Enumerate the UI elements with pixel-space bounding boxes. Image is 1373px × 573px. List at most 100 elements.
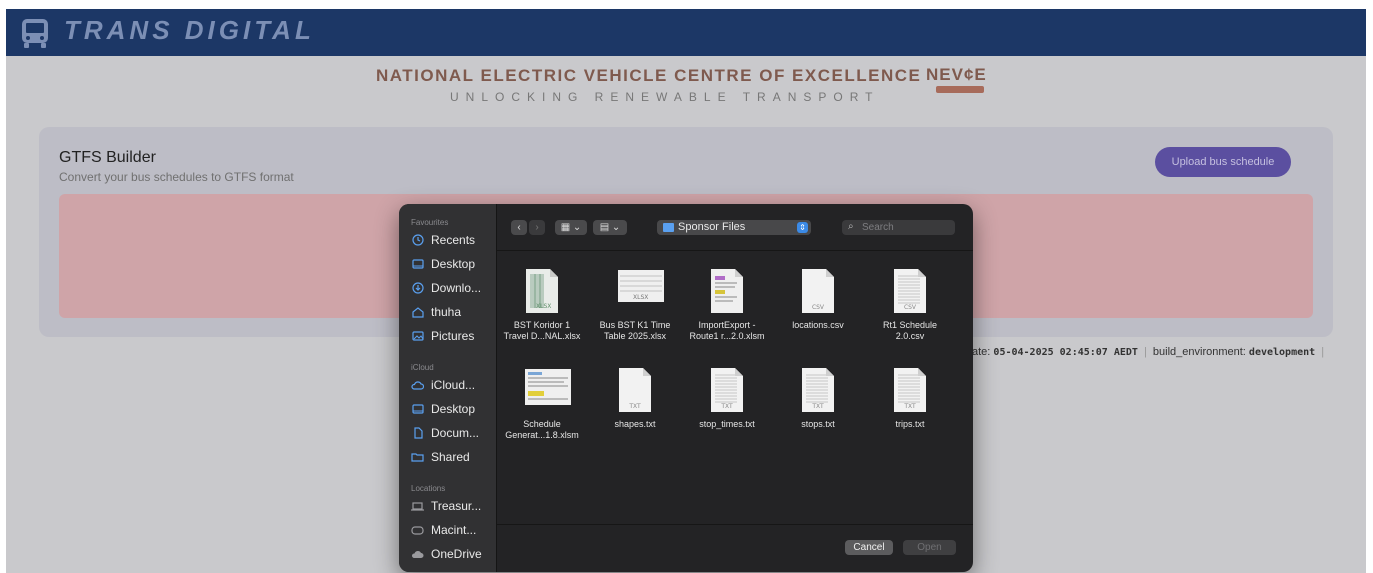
- file-name: Bus BST K1 Time Table 2025.xlsx: [590, 320, 680, 342]
- sidebar-item-label: Desktop: [431, 402, 476, 416]
- sidebar-item-pictures[interactable]: Pictures: [411, 326, 493, 346]
- sidebar-item-shared[interactable]: Shared: [411, 447, 493, 467]
- sidebar-item-label: Treasur...: [431, 499, 482, 513]
- file-name: shapes.txt: [590, 419, 680, 430]
- footer-divider: [497, 524, 973, 525]
- sidebar-item-label: OneDrive: [431, 547, 482, 561]
- svg-text:TXT: TXT: [628, 403, 641, 410]
- build-info: ate: 05-04-2025 02:45:07 AEDT | build_en…: [972, 346, 1327, 358]
- path-label: Sponsor Files: [678, 221, 746, 233]
- onedrive-cloud-icon: [411, 548, 424, 561]
- card-title: GTFS Builder: [59, 149, 156, 166]
- home-icon: [411, 306, 424, 319]
- file-name: locations.csv: [773, 320, 863, 331]
- file-thumbnail-icon: TXT: [800, 367, 836, 413]
- open-button[interactable]: Open: [903, 540, 956, 555]
- sidebar-item-documents[interactable]: Docum...: [411, 423, 493, 443]
- file-name: BST Koridor 1 Travel D...NAL.xlsx: [497, 320, 587, 342]
- file-name-line: Generat...1.8.xlsm: [505, 430, 579, 440]
- sidebar-item-label: Pictures: [431, 329, 475, 343]
- org-tagline: UNLOCKING RENEWABLE TRANSPORT: [450, 90, 880, 104]
- desktop-icon: [411, 403, 424, 416]
- sidebar-item-label: iCloud...: [431, 378, 476, 392]
- download-icon: [411, 282, 424, 295]
- svg-text:TXT: TXT: [720, 403, 733, 410]
- file-thumbnail-icon: TXT: [892, 367, 928, 413]
- chevron-left-icon: ‹: [517, 222, 521, 233]
- file-item[interactable]: CSV locations.csv: [773, 268, 863, 331]
- file-name: stop_times.txt: [682, 419, 772, 430]
- file-item[interactable]: XLSX BST Koridor 1 Travel D...NAL.xlsx: [497, 268, 587, 342]
- sidebar-item-label: Macint...: [431, 523, 477, 537]
- sidebar-item-label: Desktop: [431, 257, 476, 271]
- upload-bus-schedule-button[interactable]: Upload bus schedule: [1155, 147, 1291, 177]
- svg-text:TXT: TXT: [811, 403, 824, 410]
- file-item[interactable]: TXT trips.txt: [865, 367, 955, 430]
- file-name: Schedule Generat...1.8.xlsm: [497, 419, 587, 441]
- file-item[interactable]: TXT stop_times.txt: [682, 367, 772, 430]
- file-name-line: locations.csv: [792, 320, 844, 330]
- file-thumbnail-icon: CSV: [800, 268, 836, 314]
- sidebar-section-locations: Locations: [411, 484, 446, 493]
- file-item[interactable]: XLSX Bus BST K1 Time Table 2025.xlsx: [590, 268, 680, 342]
- file-item[interactable]: CSV Rt1 Schedule 2.0.csv: [865, 268, 955, 342]
- group-button[interactable]: ▤ ⌄: [593, 220, 627, 235]
- sidebar-item-recents[interactable]: Recents: [411, 230, 493, 250]
- file-name: Rt1 Schedule 2.0.csv: [865, 320, 955, 342]
- file-name-line: Table 2025.xlsx: [603, 331, 667, 341]
- forward-button[interactable]: ›: [529, 220, 545, 235]
- app-brand-title: TRANS DIGITAL: [64, 15, 315, 45]
- file-name: trips.txt: [865, 419, 955, 430]
- nevce-logo-bar: [936, 86, 984, 93]
- file-name-line: stop_times.txt: [699, 419, 755, 429]
- card-subtitle: Convert your bus schedules to GTFS forma…: [59, 170, 294, 184]
- nevce-logo: NEV¢E: [926, 65, 987, 84]
- file-name-line: Rt1 Schedule: [882, 320, 938, 330]
- search-icon: ⌕: [848, 221, 854, 232]
- file-name: ImportExport - Route1 r...2.0.xlsm: [682, 320, 772, 342]
- file-item[interactable]: TXT stops.txt: [773, 367, 863, 430]
- sidebar-item-downloads[interactable]: Downlo...: [411, 278, 493, 298]
- sidebar-item-icloud-desktop[interactable]: Desktop: [411, 399, 493, 419]
- file-thumbnail-icon: TXT: [709, 367, 745, 413]
- bus-icon: [22, 19, 48, 48]
- file-name-line: ImportExport -: [698, 320, 756, 330]
- dialog-sidebar: Favourites Recents Desktop Downlo... thu…: [399, 204, 497, 572]
- sidebar-item-label: Downlo...: [431, 281, 482, 295]
- sidebar-item-macintosh-hd[interactable]: Macint...: [411, 520, 493, 540]
- svg-text:TXT: TXT: [903, 403, 916, 410]
- file-item[interactable]: TXT shapes.txt: [590, 367, 680, 430]
- back-button[interactable]: ‹: [511, 220, 527, 235]
- cancel-button[interactable]: Cancel: [845, 540, 893, 555]
- sidebar-item-label: Shared: [431, 450, 470, 464]
- file-name-line: Route1 r...2.0.xlsm: [689, 331, 765, 341]
- disk-icon: [411, 524, 424, 537]
- search-field[interactable]: ⌕ Search: [842, 220, 955, 235]
- file-name-line: Travel D...NAL.xlsx: [503, 331, 581, 341]
- file-name: stops.txt: [773, 419, 863, 430]
- sidebar-item-onedrive[interactable]: OneDrive: [411, 544, 493, 564]
- sidebar-item-desktop[interactable]: Desktop: [411, 254, 493, 274]
- sidebar-item-icloud-drive[interactable]: iCloud...: [411, 375, 493, 395]
- sidebar-item-label: thuha: [431, 305, 462, 319]
- file-thumbnail-icon: XLSX: [617, 268, 664, 314]
- file-name-line: stops.txt: [801, 419, 835, 429]
- view-mode-button[interactable]: ▦ ⌄: [555, 220, 587, 235]
- chevron-updown-icon: ⇕: [797, 222, 808, 233]
- sidebar-item-treasure[interactable]: Treasur...: [411, 496, 493, 516]
- file-thumbnail-icon: CSV: [892, 268, 928, 314]
- build-info-separator: |: [1143, 346, 1147, 358]
- build-env-label: build_environment:: [1152, 346, 1246, 358]
- file-item[interactable]: Schedule Generat...1.8.xlsm: [497, 367, 587, 441]
- sidebar-item-home[interactable]: thuha: [411, 302, 493, 322]
- location-path-select[interactable]: Sponsor Files ⇕: [657, 220, 811, 235]
- svg-text:XLSX: XLSX: [633, 294, 648, 301]
- org-title: NATIONAL ELECTRIC VEHICLE CENTRE OF EXCE…: [376, 66, 922, 85]
- search-placeholder: Search: [862, 222, 894, 233]
- sidebar-item-label: Recents: [431, 233, 476, 247]
- shared-folder-icon: [411, 451, 424, 464]
- file-thumbnail-icon: [524, 367, 571, 413]
- file-item[interactable]: ImportExport - Route1 r...2.0.xlsm: [682, 268, 772, 342]
- toolbar-divider: [497, 250, 973, 251]
- file-name-line: Bus BST K1 Time: [599, 320, 671, 330]
